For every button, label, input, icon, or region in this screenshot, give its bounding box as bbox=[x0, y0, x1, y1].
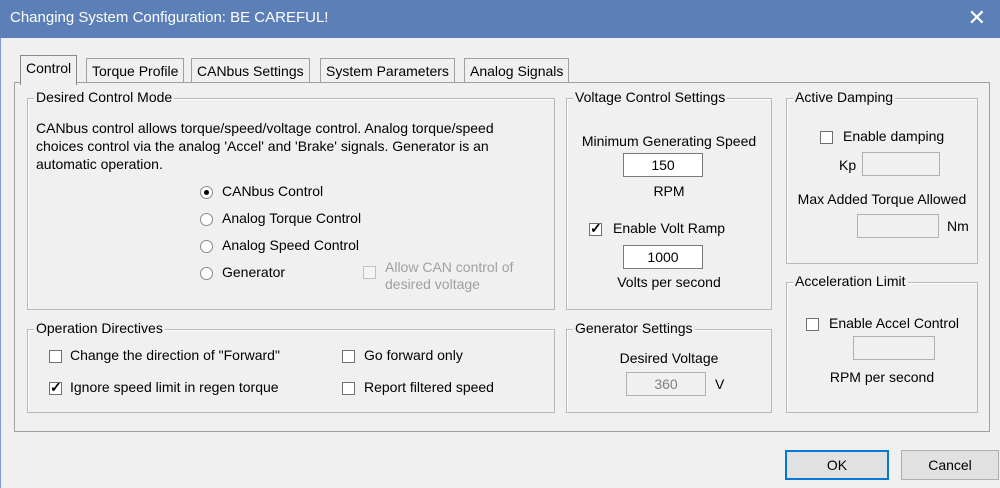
change-forward-checkbox[interactable] bbox=[49, 350, 62, 363]
enable-volt-ramp-label: Enable Volt Ramp bbox=[613, 220, 726, 236]
group-title: Generator Settings bbox=[573, 320, 695, 336]
desired-voltage-input[interactable]: 360 bbox=[626, 372, 706, 396]
radio-generator[interactable]: Generator bbox=[200, 264, 285, 282]
group-title: Acceleration Limit bbox=[793, 273, 908, 289]
description-line: CANbus control allows torque/speed/volta… bbox=[36, 120, 494, 136]
group-title: Desired Control Mode bbox=[34, 89, 175, 105]
enable-accel-control-label: Enable Accel Control bbox=[829, 315, 959, 331]
enable-damping-checkbox[interactable] bbox=[820, 131, 833, 144]
radio-analog-speed-control[interactable]: Analog Speed Control bbox=[200, 237, 359, 255]
active-damping-group: Active Damping Enable damping Kp Max Add… bbox=[786, 89, 978, 264]
report-filtered-speed-label: Report filtered speed bbox=[364, 379, 494, 395]
operation-directives-group: Operation Directives Change the directio… bbox=[27, 320, 555, 413]
dialog-window: Changing System Configuration: BE CAREFU… bbox=[0, 0, 1000, 488]
desired-control-mode-group: Desired Control Mode CANbus control allo… bbox=[27, 89, 555, 310]
accel-limit-input[interactable] bbox=[853, 336, 935, 360]
change-forward-label: Change the direction of "Forward" bbox=[70, 347, 280, 363]
enable-accel-control-checkbox[interactable] bbox=[806, 318, 819, 331]
generator-settings-group: Generator Settings Desired Voltage 360 V bbox=[566, 320, 772, 413]
min-gen-speed-input[interactable]: 150 bbox=[623, 153, 703, 177]
forward-only-label: Go forward only bbox=[364, 347, 463, 363]
ignore-speed-limit-label: Ignore speed limit in regen torque bbox=[70, 379, 279, 395]
label-line: desired voltage bbox=[385, 276, 480, 292]
acceleration-limit-group: Acceleration Limit Enable Accel Control … bbox=[786, 273, 978, 413]
voltage-control-group: Voltage Control Settings Minimum Generat… bbox=[566, 89, 772, 310]
title-bar: Changing System Configuration: BE CAREFU… bbox=[0, 0, 1000, 38]
ignore-speed-limit-checkbox[interactable]: ✓ bbox=[49, 379, 62, 395]
allow-can-voltage-label: Allow CAN control of desired voltage bbox=[385, 259, 513, 293]
kp-label: Kp bbox=[839, 157, 857, 173]
description-line: automatic operation. bbox=[36, 156, 163, 172]
radio-label: CANbus Control bbox=[222, 183, 324, 199]
report-filtered-speed-checkbox[interactable] bbox=[342, 382, 355, 395]
tab-torque-profile[interactable]: Torque Profile bbox=[86, 58, 185, 83]
radio-label: Analog Speed Control bbox=[222, 237, 359, 253]
radio-analog-torque-control[interactable]: Analog Torque Control bbox=[200, 210, 361, 228]
rpm-unit-label: RPM bbox=[653, 183, 685, 199]
tab-system-parameters[interactable]: System Parameters bbox=[320, 58, 455, 83]
radio-label: Analog Torque Control bbox=[222, 210, 362, 226]
group-title: Operation Directives bbox=[34, 320, 165, 336]
radio-button[interactable] bbox=[200, 213, 213, 226]
forward-only-checkbox[interactable] bbox=[342, 350, 355, 363]
label-line: Allow CAN control of bbox=[385, 259, 514, 275]
radio-label: Generator bbox=[222, 264, 286, 280]
radio-button[interactable] bbox=[200, 186, 213, 199]
min-gen-speed-label: Minimum Generating Speed bbox=[581, 133, 757, 149]
window-title: Changing System Configuration: BE CAREFU… bbox=[10, 9, 329, 26]
group-title: Active Damping bbox=[793, 89, 896, 105]
max-added-torque-input[interactable] bbox=[857, 214, 939, 238]
tab-canbus-settings[interactable]: CANbus Settings bbox=[191, 58, 310, 83]
voltage-unit-label: V bbox=[715, 376, 725, 392]
close-icon[interactable]: ✕ bbox=[968, 6, 986, 30]
volts-per-second-label: Volts per second bbox=[617, 274, 721, 290]
tab-control[interactable]: Control bbox=[20, 55, 78, 85]
cancel-button[interactable]: Cancel bbox=[901, 450, 999, 480]
kp-input[interactable] bbox=[862, 152, 940, 176]
tab-analog-signals[interactable]: Analog Signals bbox=[464, 58, 570, 83]
control-mode-description: CANbus control allows torque/speed/volta… bbox=[36, 119, 494, 173]
ok-button[interactable]: OK bbox=[785, 450, 889, 480]
allow-can-voltage-checkbox[interactable] bbox=[363, 266, 376, 279]
enable-damping-label: Enable damping bbox=[843, 128, 945, 144]
radio-canbus-control[interactable]: CANbus Control bbox=[200, 183, 323, 201]
nm-unit-label: Nm bbox=[947, 218, 969, 234]
radio-button[interactable] bbox=[200, 267, 213, 280]
rpm-per-second-label: RPM per second bbox=[829, 369, 935, 385]
enable-volt-ramp-checkbox[interactable]: ✓ bbox=[589, 220, 602, 236]
max-added-torque-label: Max Added Torque Allowed bbox=[797, 191, 967, 207]
description-line: choices control via the analog 'Accel' a… bbox=[36, 138, 489, 154]
group-title: Voltage Control Settings bbox=[573, 89, 728, 105]
window-frame bbox=[0, 38, 1, 488]
desired-voltage-label: Desired Voltage bbox=[619, 350, 719, 366]
volt-ramp-input[interactable]: 1000 bbox=[623, 245, 703, 269]
radio-button[interactable] bbox=[200, 240, 213, 253]
